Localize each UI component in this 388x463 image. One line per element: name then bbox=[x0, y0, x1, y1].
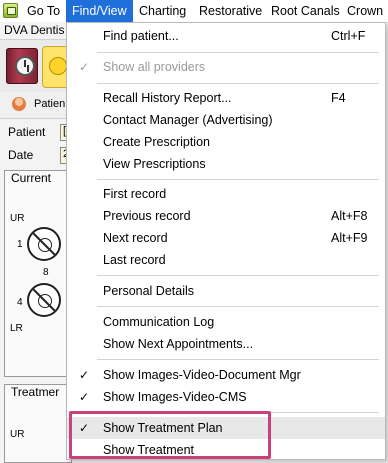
menu-go-to[interactable]: Go To bbox=[21, 0, 66, 22]
patient-tab-label: Patien bbox=[34, 98, 66, 110]
menu-item-show-all-providers: ✓ Show all providers bbox=[67, 56, 385, 78]
app-title: DVA Dentis bbox=[0, 22, 74, 39]
menu-separator bbox=[97, 275, 379, 276]
menu-item-create-prescription[interactable]: Create Prescription bbox=[67, 131, 385, 153]
treatment-panel: Treatmer UR bbox=[4, 384, 72, 463]
shortcut-text: Alt+F8 bbox=[331, 209, 368, 223]
menu-item-find-patient[interactable]: Find patient... Ctrl+F bbox=[67, 25, 385, 47]
treatment-ur-label: UR bbox=[10, 429, 25, 440]
menu-separator bbox=[97, 179, 379, 180]
patient-field-label: Patient bbox=[8, 125, 46, 139]
menu-find-view[interactable]: Find/View bbox=[66, 0, 133, 22]
menu-item-contact-manager[interactable]: Contact Manager (Advertising) bbox=[67, 109, 385, 131]
menu-separator bbox=[97, 306, 379, 307]
patient-tab[interactable]: Patien bbox=[0, 92, 66, 119]
shortcut-text: Ctrl+F bbox=[331, 29, 366, 43]
menu-separator bbox=[97, 83, 379, 84]
menu-bar: Go To Find/View Charting Restorative Roo… bbox=[0, 0, 388, 23]
menu-separator bbox=[97, 52, 379, 53]
menu-item-previous-record[interactable]: Previous record Alt+F8 bbox=[67, 205, 385, 227]
tooth-diagram-upper[interactable] bbox=[27, 227, 61, 261]
menu-restorative[interactable]: Restorative bbox=[193, 0, 268, 22]
menu-crown[interactable]: Crown bbox=[341, 0, 388, 22]
menu-item-show-images-video-cms[interactable]: ✓ Show Images-Video-CMS bbox=[67, 386, 385, 408]
menu-item-show-next-appointments[interactable]: Show Next Appointments... bbox=[67, 333, 385, 355]
highlight-annotation-box bbox=[69, 411, 271, 459]
clock-book-icon[interactable] bbox=[6, 48, 38, 84]
treatment-panel-title: Treatmer bbox=[11, 385, 60, 399]
menu-item-personal-details[interactable]: Personal Details bbox=[67, 280, 385, 302]
menu-root-canals[interactable]: Root Canals bbox=[265, 0, 346, 22]
menu-item-next-record[interactable]: Next record Alt+F9 bbox=[67, 227, 385, 249]
lr-label: LR bbox=[10, 323, 23, 334]
menu-item-last-record[interactable]: Last record bbox=[67, 249, 385, 271]
shortcut-text: F4 bbox=[331, 91, 346, 105]
current-panel-title: Current bbox=[11, 171, 52, 185]
tooth-number-8: 8 bbox=[43, 267, 49, 278]
menu-item-recall-history-report[interactable]: Recall History Report... F4 bbox=[67, 87, 385, 109]
toolbar bbox=[0, 39, 72, 93]
checkmark-icon: ✓ bbox=[79, 60, 90, 74]
menu-separator bbox=[97, 359, 379, 360]
checkmark-icon: ✓ bbox=[79, 390, 90, 404]
tooth-number-1: 1 bbox=[17, 239, 23, 250]
menu-item-first-record[interactable]: First record bbox=[67, 183, 385, 205]
menu-item-communication-log[interactable]: Communication Log bbox=[67, 311, 385, 333]
app-icon[interactable] bbox=[3, 3, 18, 18]
menu-item-show-images-video-document-mgr[interactable]: ✓ Show Images-Video-Document Mgr bbox=[67, 364, 385, 386]
tooth-diagram-lower[interactable] bbox=[27, 283, 61, 317]
current-chart-panel: Current UR 1 8 4 LR bbox=[4, 170, 72, 377]
shortcut-text: Alt+F9 bbox=[331, 231, 368, 245]
checkmark-icon: ✓ bbox=[79, 368, 90, 382]
patient-icon bbox=[12, 97, 26, 111]
menu-item-view-prescriptions[interactable]: View Prescriptions bbox=[67, 153, 385, 175]
menu-charting[interactable]: Charting bbox=[133, 0, 192, 22]
tooth-number-4: 4 bbox=[17, 297, 23, 308]
find-view-dropdown: Find patient... Ctrl+F ✓ Show all provid… bbox=[66, 22, 386, 460]
ur-label: UR bbox=[10, 213, 25, 224]
date-field-label: Date bbox=[8, 148, 34, 162]
